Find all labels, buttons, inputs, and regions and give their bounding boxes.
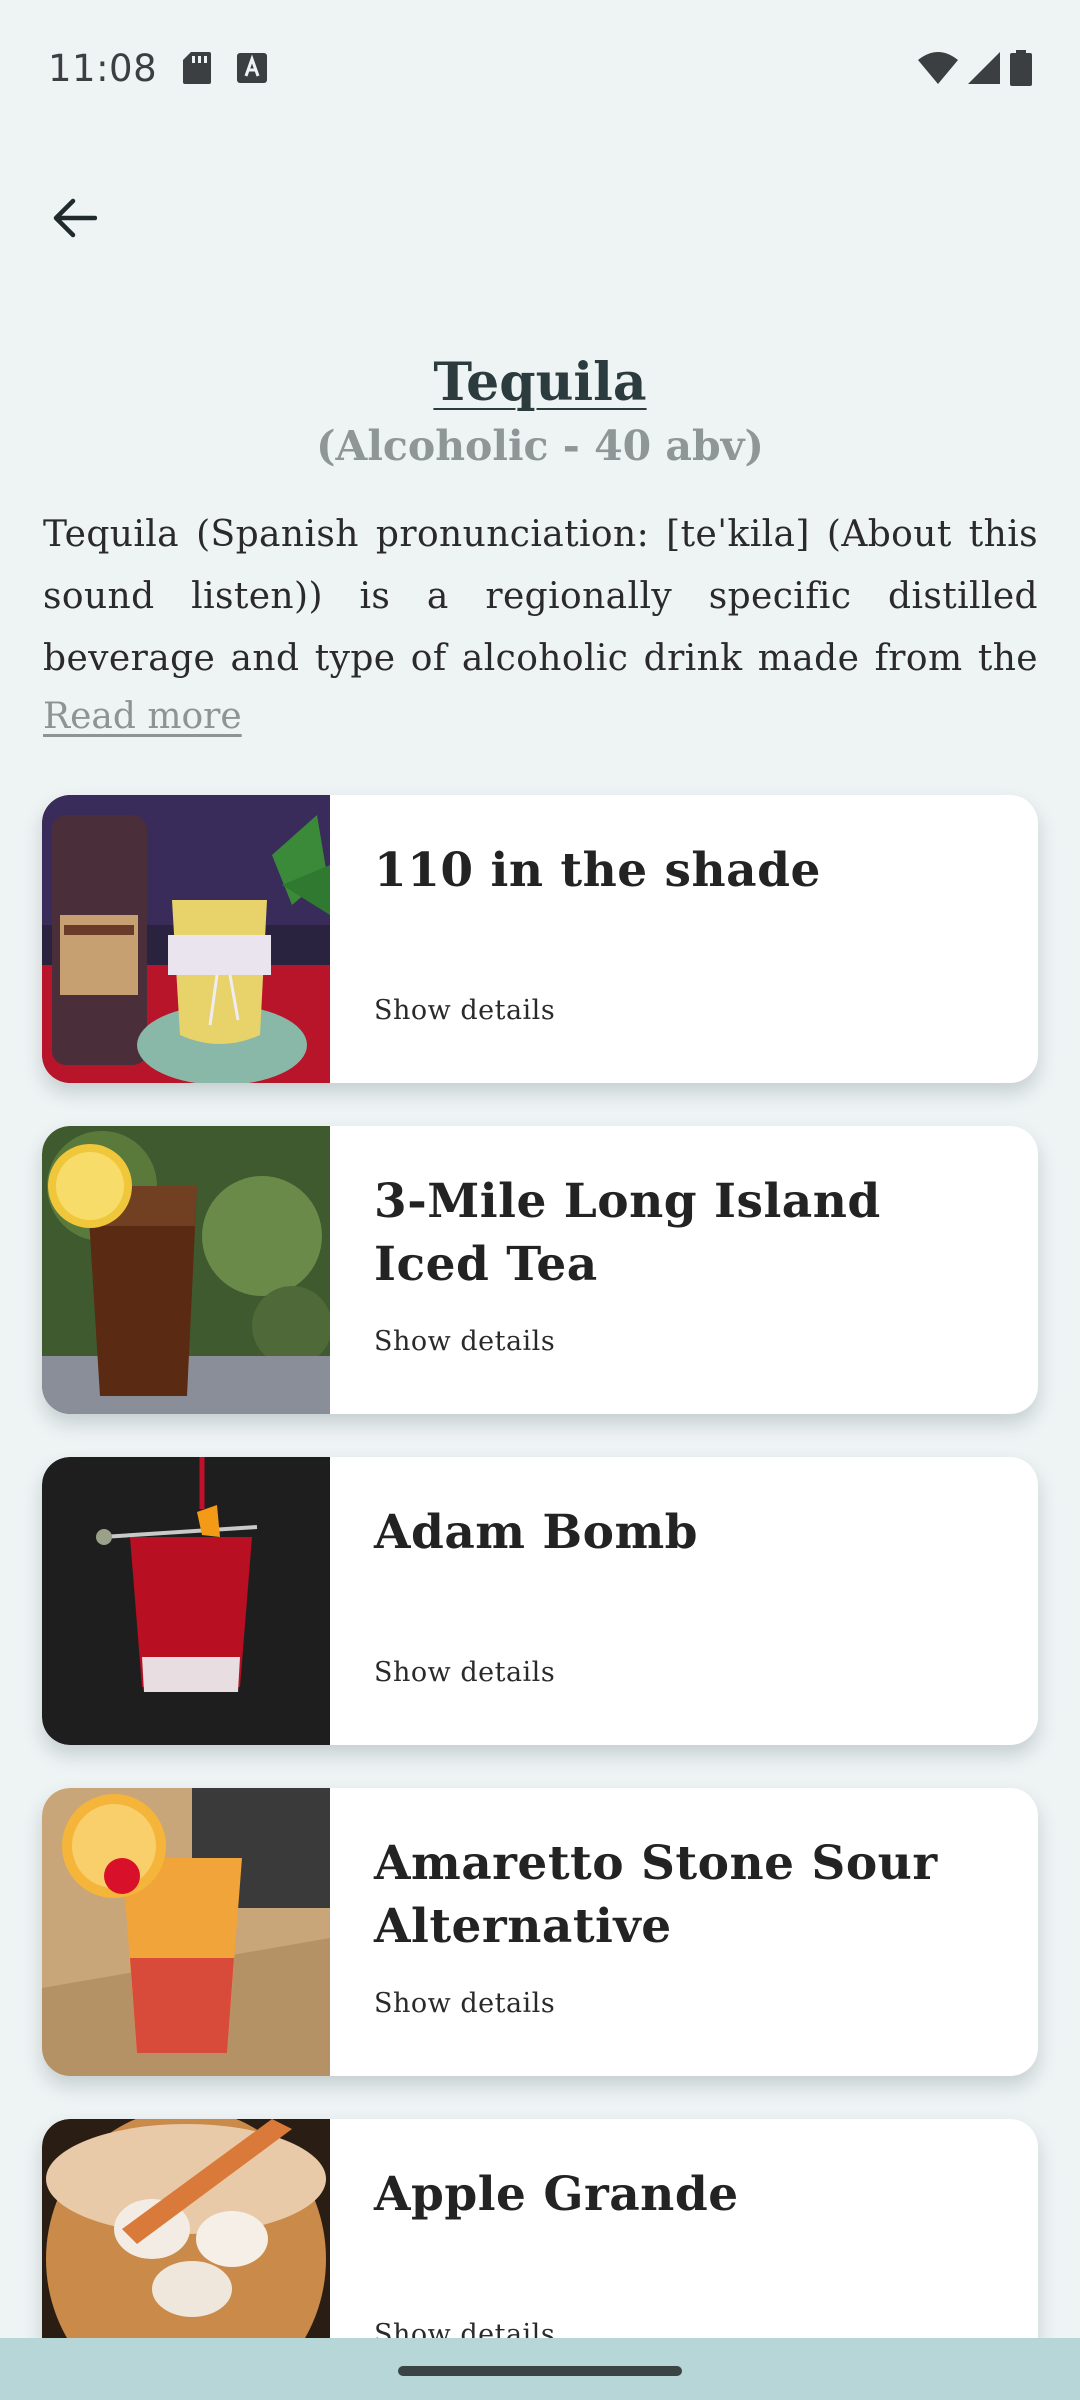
status-time: 11:08: [48, 46, 158, 90]
drink-name: 110 in the shade: [374, 843, 821, 898]
drink-name: 3-Mile Long Island Iced Tea: [374, 1174, 881, 1292]
page-subtitle: (Alcoholic - 40 abv): [316, 422, 764, 470]
wifi-icon: [918, 52, 958, 84]
cell-signal-icon: [968, 52, 1000, 84]
drink-card[interactable]: 110 in the shade Show details: [42, 795, 1038, 1083]
home-gesture-handle[interactable]: [398, 2366, 682, 2376]
110-in-the-shade-photo: [42, 795, 330, 1083]
long-island-iced-tea-photo: [42, 1126, 330, 1414]
drink-card[interactable]: Amaretto Stone Sour Alternative Show det…: [42, 1788, 1038, 2076]
show-details-link[interactable]: Show details: [374, 995, 555, 1026]
arrow-back-icon: [53, 198, 98, 242]
battery-icon: [1010, 50, 1032, 86]
show-details-link[interactable]: Show details: [374, 1657, 555, 1688]
drink-name: Amaretto Stone Sour Alternative: [374, 1836, 938, 1954]
drink-card[interactable]: Adam Bomb Show details: [42, 1457, 1038, 1745]
amaretto-stone-sour-photo: [42, 1788, 330, 2076]
drink-name: Apple Grande: [374, 2167, 739, 2222]
drink-card[interactable]: 3-Mile Long Island Iced Tea Show details: [42, 1126, 1038, 1414]
show-details-link[interactable]: Show details: [374, 1988, 555, 2019]
adam-bomb-photo: [42, 1457, 330, 1745]
page-title: Tequila: [433, 352, 647, 413]
read-more-link[interactable]: Read more: [43, 696, 242, 737]
drink-name: Adam Bomb: [374, 1505, 699, 1560]
sd-card-icon: [183, 52, 212, 84]
show-details-link[interactable]: Show details: [374, 1326, 555, 1357]
text-a-icon: [237, 53, 268, 83]
ingredient-description: Tequila (Spanish pronunciation: [teˈkila…: [43, 514, 1038, 679]
status-bar: 11:08: [0, 0, 1080, 136]
back-button[interactable]: [40, 180, 110, 260]
